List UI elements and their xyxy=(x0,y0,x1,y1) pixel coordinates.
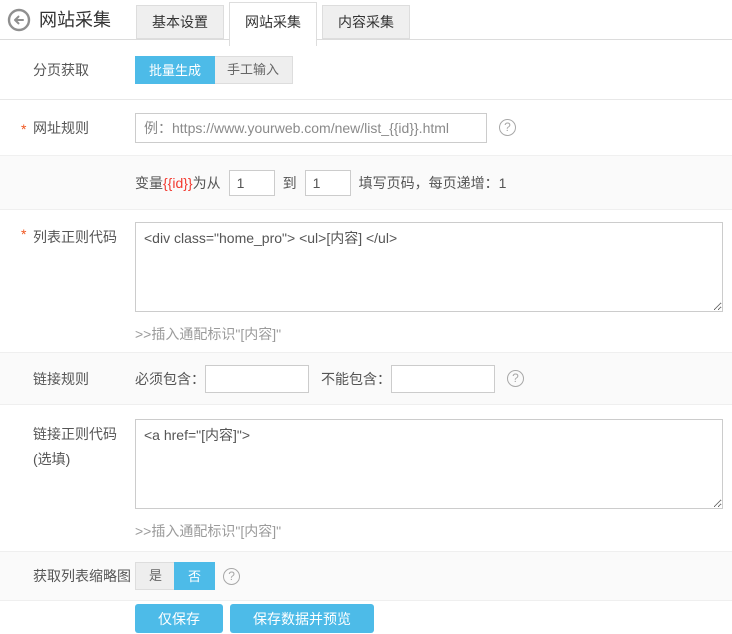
row-link-regex: 链接正则代码 (选填) <a href="[内容]"> >>插入通配标识"[内容… xyxy=(0,405,732,551)
thumbnail-label: 获取列表缩略图 xyxy=(33,566,135,586)
thumbnail-toggle: 是 否 xyxy=(135,562,215,590)
variable-text-after: 填写页码，每页递增：1 xyxy=(359,173,507,193)
row-thumbnail: 获取列表缩略图 是 否 ? xyxy=(0,551,732,601)
help-icon[interactable]: ? xyxy=(223,568,240,585)
url-rule-label: 网址规则 xyxy=(33,118,135,138)
option-batch-generate[interactable]: 批量生成 xyxy=(135,56,215,84)
link-regex-label-line1: 链接正则代码 xyxy=(33,422,135,447)
action-bar: 仅保存 保存数据并预览 xyxy=(0,601,732,633)
link-regex-textarea[interactable]: <a href="[内容]"> xyxy=(135,419,723,509)
link-regex-label: 链接正则代码 (选填) xyxy=(33,419,135,472)
variable-text-mid: 为从 xyxy=(193,173,221,193)
link-regex-label-line2: (选填) xyxy=(33,447,135,472)
page-title: 网站采集 xyxy=(39,0,111,40)
url-rule-input[interactable] xyxy=(135,113,487,143)
required-asterisk: * xyxy=(21,226,26,242)
page-to-input[interactable] xyxy=(305,170,351,196)
tab-basic-settings[interactable]: 基本设置 xyxy=(136,5,224,39)
tab-site-collect[interactable]: 网站采集 xyxy=(229,2,317,46)
list-regex-textarea[interactable]: <div class="home_pro"> <ul>[内容] </ul> xyxy=(135,222,723,312)
pagination-toggle: 批量生成 手工输入 xyxy=(135,56,293,84)
insert-wildcard-link[interactable]: >>插入通配标识"[内容]" xyxy=(135,324,281,344)
tab-content-collect[interactable]: 内容采集 xyxy=(322,5,410,39)
row-pagination: 分页获取 批量生成 手工输入 xyxy=(0,40,732,100)
must-contain-input[interactable] xyxy=(205,365,309,393)
arrow-left-circle-icon xyxy=(7,19,31,35)
row-link-rule: 链接规则 必须包含： 不能包含： ? xyxy=(0,352,732,405)
help-icon[interactable]: ? xyxy=(499,119,516,136)
must-contain-label: 必须包含： xyxy=(135,369,205,389)
option-manual-input[interactable]: 手工输入 xyxy=(214,57,292,83)
list-regex-label: 列表正则代码 xyxy=(33,222,135,247)
help-icon[interactable]: ? xyxy=(507,370,524,387)
page-from-input[interactable] xyxy=(229,170,275,196)
row-variable: 变量{{id}}为从 到 填写页码，每页递增：1 xyxy=(0,155,732,210)
save-and-preview-button[interactable]: 保存数据并预览 xyxy=(230,604,374,633)
back-button[interactable] xyxy=(7,8,31,32)
variable-text-before: 变量 xyxy=(135,173,163,193)
insert-wildcard-link[interactable]: >>插入通配标识"[内容]" xyxy=(135,521,281,541)
variable-token: {{id}} xyxy=(163,175,193,191)
row-url-rule: * 网址规则 ? xyxy=(0,100,732,155)
required-asterisk: * xyxy=(21,120,26,136)
pagination-label: 分页获取 xyxy=(33,60,135,80)
option-yes[interactable]: 是 xyxy=(136,563,175,589)
row-list-regex: * 列表正则代码 <div class="home_pro"> <ul>[内容]… xyxy=(0,210,732,352)
link-rule-label: 链接规则 xyxy=(33,369,135,389)
option-no[interactable]: 否 xyxy=(174,562,215,590)
variable-to-text: 到 xyxy=(283,173,297,193)
not-contain-input[interactable] xyxy=(391,365,495,393)
save-only-button[interactable]: 仅保存 xyxy=(135,604,223,633)
not-contain-label: 不能包含： xyxy=(321,369,391,389)
header: 网站采集 基本设置 网站采集 内容采集 xyxy=(0,0,732,40)
